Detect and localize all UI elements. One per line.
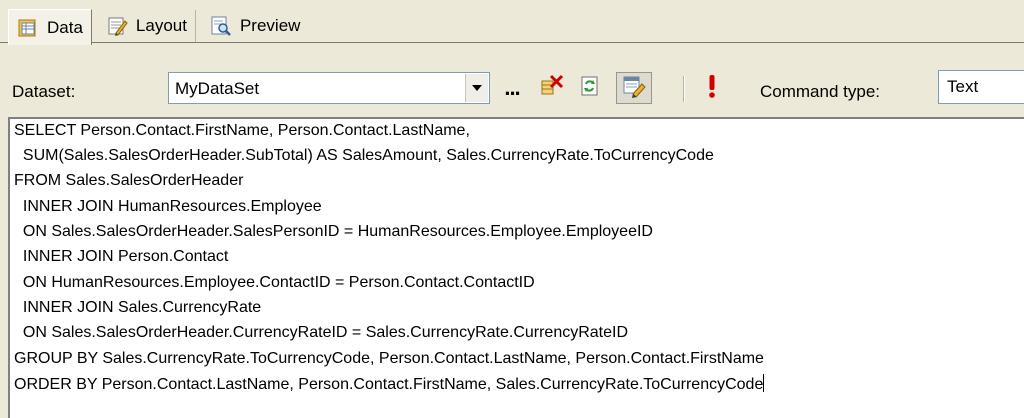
tab-data[interactable]: Data	[8, 9, 92, 45]
command-type-label: Command type:	[760, 82, 880, 101]
query-line-text: ORDER BY Person.Contact.LastName, Person…	[14, 376, 764, 393]
tab-layout[interactable]: Layout	[98, 10, 196, 42]
generic-query-designer-icon	[621, 73, 647, 104]
tab-preview-label: Preview	[239, 16, 301, 35]
toolbar-separator	[683, 76, 685, 102]
tab-preview[interactable]: Preview	[202, 10, 308, 42]
generic-query-designer-button[interactable]	[616, 72, 652, 104]
query-line: ON Sales.SalesOrderHeader.SalesPersonID …	[14, 223, 653, 240]
designer-tabs: Data Layout Preview	[8, 9, 314, 45]
query-line: FROM Sales.SalesOrderHeader	[14, 172, 244, 189]
edit-dataset-button[interactable]: ...	[495, 72, 529, 104]
data-icon	[17, 17, 39, 39]
command-type-dropdown[interactable]: Text	[938, 70, 1024, 104]
layout-icon	[106, 15, 128, 37]
query-line: SELECT Person.Contact.FirstName, Person.…	[14, 122, 470, 139]
query-line: GROUP BY Sales.CurrencyRate.ToCurrencyCo…	[14, 350, 764, 367]
query-line-last: ORDER BY Person.Contact.LastName, Person…	[14, 374, 765, 395]
dataset-value: MyDataSet	[175, 79, 260, 98]
delete-dataset-icon	[539, 73, 565, 104]
command-type-value: Text	[947, 77, 979, 96]
query-line: SUM(Sales.SalesOrderHeader.SubTotal) AS …	[14, 147, 714, 164]
tab-data-label: Data	[47, 17, 83, 37]
query-text-editor[interactable]: SELECT Person.Contact.FirstName, Person.…	[8, 117, 1024, 418]
query-line: ON Sales.SalesOrderHeader.CurrencyRateID…	[14, 324, 629, 341]
run-query-icon	[706, 73, 718, 104]
query-line: ON HumanResources.Employee.ContactID = P…	[14, 274, 535, 291]
tab-layout-label: Layout	[135, 16, 187, 35]
delete-dataset-button[interactable]	[536, 72, 568, 104]
report-designer-window: Data Layout Preview Dataset: MyDataSet .…	[0, 0, 1024, 418]
dataset-toolbar: Dataset: MyDataSet ... Command type: Tex…	[0, 48, 1024, 106]
query-line: INNER JOIN Sales.CurrencyRate	[14, 299, 262, 316]
run-query-button[interactable]	[696, 72, 728, 104]
preview-icon	[210, 15, 232, 37]
tab-strip-divider	[0, 42, 1024, 43]
dataset-dropdown[interactable]: MyDataSet	[168, 72, 490, 104]
refresh-fields-icon	[578, 74, 602, 103]
query-line: INNER JOIN HumanResources.Employee	[14, 198, 322, 215]
chevron-down-icon[interactable]	[465, 74, 488, 102]
refresh-fields-button[interactable]	[574, 72, 606, 104]
text-caret	[763, 374, 765, 392]
query-line: INNER JOIN Person.Contact	[14, 248, 229, 265]
dataset-label: Dataset:	[12, 82, 76, 101]
